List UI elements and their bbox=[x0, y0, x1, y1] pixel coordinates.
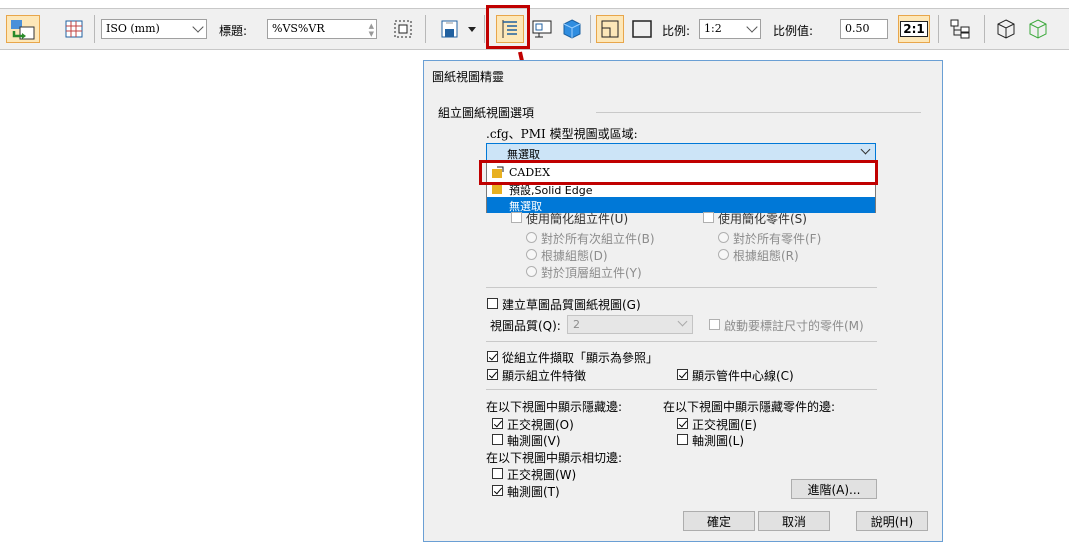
all-subassemblies-radio[interactable] bbox=[526, 232, 537, 243]
draft-quality-label: 建立草圖品質圖紙視圖(G) bbox=[502, 298, 641, 312]
ok-button[interactable]: 確定 bbox=[683, 511, 755, 531]
tangent-iso-label: 軸測圖(T) bbox=[507, 485, 560, 499]
hidden-parts-iso-label: 軸測圖(L) bbox=[692, 434, 745, 448]
tube-centerlines-checkbox[interactable] bbox=[677, 369, 688, 380]
top-level-label: 對於頂層組立件(Y) bbox=[541, 266, 642, 280]
hidden-parts-label: 在以下視圖中顯示隱藏零件的邊: bbox=[663, 400, 836, 414]
tangent-ortho-checkbox[interactable] bbox=[492, 468, 503, 479]
tangent-edges-label: 在以下視圖中顯示相切邊: bbox=[486, 451, 623, 465]
simplified-assembly-label: 使用簡化組立件(U) bbox=[526, 212, 629, 226]
simplified-assembly-checkbox[interactable] bbox=[511, 212, 522, 223]
divider bbox=[486, 341, 877, 342]
cancel-button[interactable]: 取消 bbox=[758, 511, 830, 531]
enable-dimension-label: 啟動要標註尺寸的零件(M) bbox=[724, 319, 864, 333]
assembly-features-label: 顯示組立件特徵 bbox=[502, 369, 587, 383]
hidden-iso-label: 軸測圖(V) bbox=[507, 434, 561, 448]
by-config-label: 根據組態(D) bbox=[541, 249, 608, 263]
hidden-parts-ortho-label: 正交視圖(E) bbox=[692, 418, 757, 432]
hidden-parts-iso-checkbox[interactable] bbox=[677, 434, 688, 445]
advanced-button[interactable]: 進階(A)... bbox=[791, 479, 877, 499]
help-button[interactable]: 說明(H) bbox=[856, 511, 928, 531]
divider bbox=[486, 287, 877, 288]
simplified-part-checkbox[interactable] bbox=[703, 212, 714, 223]
display-as-ref-checkbox[interactable] bbox=[487, 351, 498, 362]
cfg-label: .cfg、PMI 模型視圖或區域: bbox=[486, 127, 638, 141]
simplified-part-label: 使用簡化零件(S) bbox=[718, 212, 807, 226]
view-quality-combo[interactable]: 2 bbox=[567, 315, 693, 334]
hidden-iso-checkbox[interactable] bbox=[492, 434, 503, 445]
chevron-down-icon bbox=[677, 316, 688, 327]
divider bbox=[486, 389, 877, 390]
section-divider bbox=[596, 112, 921, 113]
dialog-title: 圖紙視圖精靈 bbox=[432, 70, 505, 84]
by-config-part-radio[interactable] bbox=[718, 249, 729, 260]
all-parts-radio[interactable] bbox=[718, 232, 729, 243]
all-parts-label: 對於所有零件(F) bbox=[733, 232, 822, 246]
draft-quality-checkbox[interactable] bbox=[487, 298, 498, 309]
hidden-parts-ortho-checkbox[interactable] bbox=[677, 418, 688, 429]
assembly-features-checkbox[interactable] bbox=[487, 369, 498, 380]
view-quality-label: 視圖品質(Q): bbox=[490, 319, 561, 333]
by-config-part-label: 根據組態(R) bbox=[733, 249, 799, 263]
view-quality-value: 2 bbox=[573, 318, 580, 331]
chevron-down-icon bbox=[860, 144, 871, 155]
display-as-ref-label: 從組立件擷取「顯示為參照」 bbox=[502, 351, 659, 365]
tangent-iso-checkbox[interactable] bbox=[492, 485, 503, 496]
hidden-edges-label: 在以下視圖中顯示隱藏邊: bbox=[486, 400, 623, 414]
enable-dimension-checkbox[interactable] bbox=[709, 319, 720, 330]
tangent-ortho-label: 正交視圖(W) bbox=[507, 468, 577, 482]
section-title: 組立圖紙視圖選項 bbox=[438, 106, 535, 120]
hidden-ortho-label: 正交視圖(O) bbox=[507, 418, 574, 432]
highlight-box-option bbox=[479, 160, 878, 185]
top-level-radio[interactable] bbox=[526, 266, 537, 277]
hidden-ortho-checkbox[interactable] bbox=[492, 418, 503, 429]
tube-centerlines-label: 顯示管件中心線(C) bbox=[692, 369, 794, 383]
all-subassemblies-label: 對於所有次組立件(B) bbox=[541, 232, 655, 246]
by-config-radio[interactable] bbox=[526, 249, 537, 260]
